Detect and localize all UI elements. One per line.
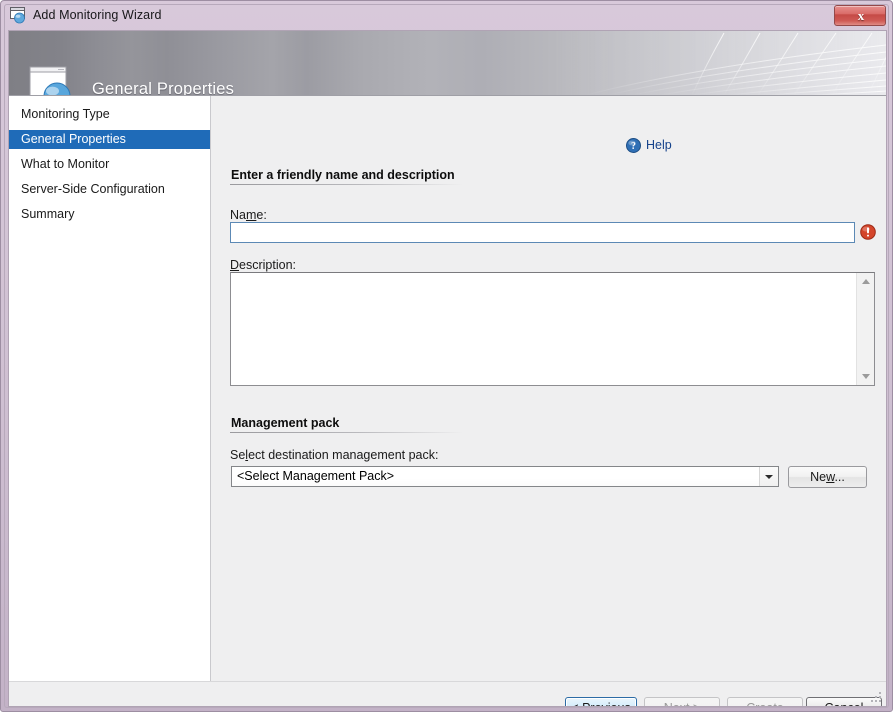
scroll-up-button[interactable]: [857, 273, 874, 290]
wizard-window: Add Monitoring Wizard x: [0, 0, 893, 712]
sidebar-item-label: Server-Side Configuration: [21, 182, 165, 196]
create-button: Create: [727, 697, 803, 707]
wizard-step-nav: Monitoring Type General Properties What …: [9, 96, 211, 681]
description-scrollbar[interactable]: [856, 273, 874, 385]
error-exclamation-icon: [860, 224, 876, 240]
name-section-heading: Enter a friendly name and description: [231, 168, 455, 182]
window-title: Add Monitoring Wizard: [33, 8, 162, 22]
resize-grip-icon[interactable]: [870, 691, 883, 704]
management-pack-section-divider: [230, 432, 463, 433]
name-section-divider: [230, 184, 463, 185]
wizard-banner: General Properties: [9, 31, 886, 96]
description-label-post: escription:: [239, 258, 296, 272]
management-pack-label-post: ect destination management pack:: [248, 448, 438, 462]
chevron-up-icon: [862, 279, 870, 284]
title-bar: Add Monitoring Wizard x: [5, 3, 890, 29]
description-label: Description:: [230, 258, 296, 272]
page-sphere-icon: [29, 66, 81, 96]
next-label-post: xt >: [680, 701, 701, 707]
banner-mesh-graphic: [546, 31, 886, 95]
name-input[interactable]: [230, 222, 855, 243]
previous-label-post: revious: [590, 701, 630, 707]
chevron-down-icon: [862, 374, 870, 379]
cancel-label: Cancel: [825, 701, 864, 707]
sidebar-item-what-to-monitor[interactable]: What to Monitor: [9, 155, 210, 174]
name-label-pre: Na: [230, 208, 246, 222]
new-button-label-post: ...: [834, 470, 844, 484]
scroll-down-button[interactable]: [857, 368, 874, 385]
sidebar-item-general-properties[interactable]: General Properties: [9, 130, 210, 149]
name-label-accelerator: m: [246, 208, 256, 222]
description-field-wrapper: [230, 272, 875, 386]
close-icon: x: [835, 6, 887, 27]
create-label-pre: C: [746, 701, 755, 707]
sidebar-item-label: Summary: [21, 207, 74, 221]
question-circle-icon: ?: [626, 138, 641, 153]
name-label-post: e:: [256, 208, 266, 222]
previous-label-pre: <: [571, 701, 582, 707]
new-management-pack-button[interactable]: New...: [788, 466, 867, 488]
sidebar-item-label: General Properties: [21, 132, 126, 146]
sidebar-item-server-side-configuration[interactable]: Server-Side Configuration: [9, 180, 210, 199]
management-pack-dropdown[interactable]: <Select Management Pack>: [231, 466, 779, 487]
dropdown-toggle-button[interactable]: [759, 467, 778, 486]
sidebar-item-label: What to Monitor: [21, 157, 109, 171]
next-accelerator: e: [673, 701, 680, 707]
window-client-area: General Properties Monitoring Type Gener…: [8, 30, 887, 707]
create-label-post: eate: [759, 701, 783, 707]
sidebar-item-summary[interactable]: Summary: [9, 205, 210, 224]
management-pack-selected-value: <Select Management Pack>: [237, 469, 394, 483]
sidebar-item-label: Monitoring Type: [21, 107, 110, 121]
previous-button[interactable]: < Previous: [565, 697, 637, 707]
help-label: Help: [646, 138, 672, 152]
sidebar-item-monitoring-type[interactable]: Monitoring Type: [9, 105, 210, 124]
svg-text:?: ?: [631, 141, 636, 152]
next-label-pre: N: [664, 701, 673, 707]
next-button: Next >: [644, 697, 720, 707]
name-label: Name:: [230, 208, 267, 222]
description-label-accelerator: D: [230, 258, 239, 272]
page-title: General Properties: [92, 80, 234, 96]
management-pack-section-heading: Management pack: [231, 416, 339, 430]
description-input[interactable]: [231, 273, 857, 385]
management-pack-label: Select destination management pack:: [230, 448, 438, 462]
close-button[interactable]: x: [834, 5, 886, 26]
management-pack-label-pre: Se: [230, 448, 245, 462]
new-button-label-pre: Ne: [810, 470, 826, 484]
chevron-down-icon: [765, 475, 773, 479]
window-sphere-icon: [10, 7, 28, 24]
